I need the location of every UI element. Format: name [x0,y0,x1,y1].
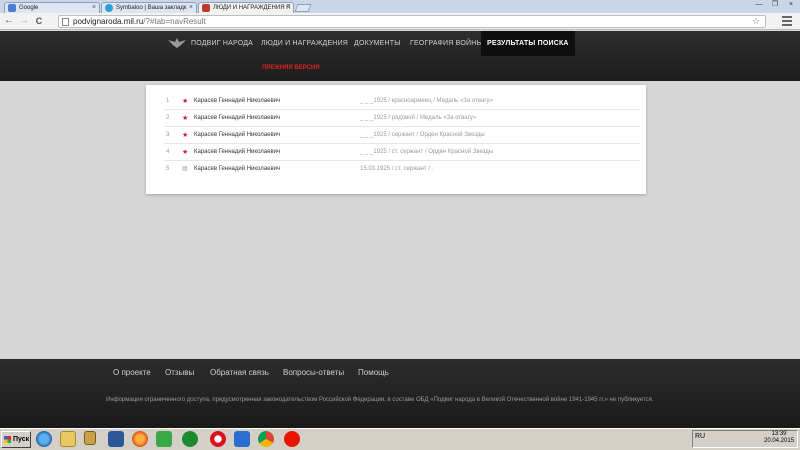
close-window-icon[interactable]: × [784,0,798,10]
footer-link-feedback[interactable]: Обратная связь [210,368,269,377]
person-name[interactable]: Карасев Геннадий Николаевич [194,144,280,161]
nav-documents[interactable]: ДОКУМЕНТЫ [354,31,401,56]
tab-title: Symbaloo | Ваша закладк [116,5,187,11]
yandex-icon[interactable] [284,431,300,447]
row-number: 5 [166,166,170,172]
award-star-icon: ★ [182,132,189,139]
person-details: _ _ _1925 / рядовой / Медаль «За отвагу» [360,115,477,121]
utorrent-icon[interactable] [156,431,172,447]
award-star-icon: ★ [182,98,189,105]
minimize-window-icon[interactable]: — [752,0,766,10]
forward-arrow-icon[interactable]: → [18,15,30,27]
bookmark-star-icon[interactable]: ☆ [752,16,760,27]
address-bar[interactable]: podvignaroda.mil.ru/?#tab=navResult ☆ [58,15,766,28]
footer-link-reviews[interactable]: Отзывы [165,368,194,377]
tab-title: ЛЮДИ И НАГРАЖДЕНИЯ П [213,5,291,11]
person-name[interactable]: Карасев Геннадий Николаевич [194,161,280,178]
download-icon[interactable] [182,431,198,447]
footer-link-faq[interactable]: Вопросы-ответы [283,368,344,377]
new-tab-button[interactable] [294,4,312,12]
result-row[interactable]: 1 ★ Карасев Геннадий Николаевич _ _ _192… [164,93,640,110]
close-tab-icon[interactable]: × [286,3,290,13]
person-name[interactable]: Карасев Геннадий Николаевич [194,93,280,110]
media-icon[interactable] [84,431,96,445]
browser-tab-symbaloo[interactable]: Symbaloo | Ваша закладк × [101,2,197,13]
close-tab-icon[interactable]: × [92,3,96,13]
footer-link-help[interactable]: Помощь [358,368,389,377]
address-path: /?#tab=navResult [143,17,206,26]
folder-icon[interactable] [60,431,76,447]
row-number: 2 [166,115,170,121]
language-indicator[interactable]: RU [695,433,705,440]
start-label: Пуск [13,436,30,443]
row-number: 1 [166,98,170,104]
nav-search-results[interactable]: РЕЗУЛЬТАТЫ ПОИСКА [481,31,575,56]
symbaloo-favicon-icon [105,4,113,12]
footer-disclaimer: Информация ограниченного доступа, предус… [106,397,654,403]
word-icon[interactable] [108,431,124,447]
row-number: 3 [166,132,170,138]
clock[interactable]: 13:39 20.04.2015 [764,431,794,445]
award-star-icon: ★ [182,149,189,156]
back-arrow-icon[interactable]: ← [3,15,15,27]
person-details: _ _ _1925 / ст. сержант / Орден Красной … [360,149,494,155]
reload-icon[interactable]: C [33,15,45,27]
nav-people-awards[interactable]: ЛЮДИ И НАГРАЖДЕНИЯ [261,31,348,56]
restore-window-icon[interactable]: ❐ [768,0,782,10]
clock-time: 13:39 [771,431,787,437]
chrome-icon[interactable] [258,431,274,447]
search-results-panel: 1 ★ Карасев Геннадий Николаевич _ _ _192… [146,85,646,194]
browser-tab-active[interactable]: ЛЮДИ И НАГРАЖДЕНИЯ П × [198,2,294,13]
close-tab-icon[interactable]: × [189,3,193,13]
google-favicon-icon [8,4,16,12]
internet-explorer-icon[interactable] [36,431,52,447]
result-row[interactable]: 5 ▤ Карасев Геннадий Николаевич 15.03.19… [164,161,640,178]
firefox-icon[interactable] [132,431,148,447]
footer-link-about[interactable]: О проекте [113,368,151,377]
person-details: 15.03.1925 / ст. сержант / . [360,166,434,172]
browser-toolbar: ← → C podvignaroda.mil.ru/?#tab=navResul… [0,13,800,30]
nav-war-geography[interactable]: ГЕОГРАФИЯ ВОЙНЫ [410,31,483,56]
person-name[interactable]: Карасев Геннадий Николаевич [194,127,280,144]
site-favicon-icon [202,4,210,12]
address-host: podvignaroda.mil.ru [73,17,144,26]
windows-logo-icon [4,436,11,443]
previous-version-link[interactable]: ПРЕЖНЯЯ ВЕРСИЯ [262,65,320,71]
award-star-icon: ★ [182,115,189,122]
browser-tab-google[interactable]: Google × [4,2,100,13]
document-icon: ▤ [182,166,188,172]
result-row[interactable]: 3 ★ Карасев Геннадий Николаевич _ _ _192… [164,127,640,144]
person-name[interactable]: Карасев Геннадий Николаевич [194,110,280,127]
person-details: _ _ _1925 / сержант / Орден Красной Звез… [360,132,485,138]
tab-title: Google [19,5,39,11]
page-icon [62,18,69,26]
result-row[interactable]: 2 ★ Карасев Геннадий Николаевич _ _ _192… [164,110,640,127]
person-details: _ _ _1925 / красноармеец / Медаль «За от… [360,98,493,104]
eagle-emblem-icon[interactable] [167,37,187,49]
paint-icon[interactable] [234,431,250,447]
start-button[interactable]: Пуск [1,431,31,448]
nav-podvig-naroda[interactable]: ПОДВИГ НАРОДА [191,31,253,56]
opera-icon[interactable] [210,431,226,447]
clock-date: 20.04.2015 [764,438,795,444]
row-number: 4 [166,149,170,155]
chrome-menu-icon[interactable] [782,16,792,26]
result-row[interactable]: 4 ★ Карасев Геннадий Николаевич _ _ _192… [164,144,640,161]
